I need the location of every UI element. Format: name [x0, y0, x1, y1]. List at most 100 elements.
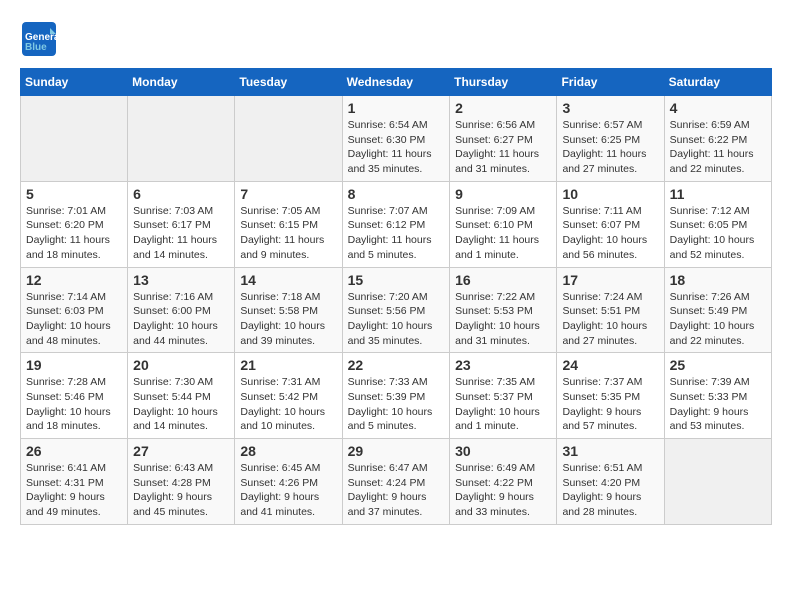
calendar-cell: 4Sunrise: 6:59 AM Sunset: 6:22 PM Daylig… [664, 96, 771, 182]
calendar-cell: 1 Sunrise: 6:54 AM Sunset: 6:30 PM Daylig… [342, 96, 450, 182]
day-info: Sunrise: 6:57 AM Sunset: 6:25 PM Dayligh… [562, 118, 658, 177]
day-info: Sunrise: 7:35 AM Sunset: 5:37 PM Dayligh… [455, 375, 551, 434]
day-number: 28 [240, 443, 336, 459]
calendar-cell: 25 Sunrise: 7:39 AM Sunset: 5:33 PM Dayli… [664, 353, 771, 439]
day-number: 23 [455, 357, 551, 373]
weekday-header-saturday: Saturday [664, 69, 771, 96]
day-number: 10 [562, 186, 658, 202]
weekday-header-sunday: Sunday [21, 69, 128, 96]
calendar-body: 1 Sunrise: 6:54 AM Sunset: 6:30 PM Daylig… [21, 96, 772, 525]
day-info: Sunrise: 7:33 AM Sunset: 5:39 PM Dayligh… [348, 375, 445, 434]
day-number: 31 [562, 443, 658, 459]
page-header: General Blue [20, 20, 772, 58]
calendar-cell: 28 Sunrise: 6:45 AM Sunset: 4:26 PM Dayli… [235, 439, 342, 525]
day-number: 7 [240, 186, 336, 202]
day-info: Sunrise: 6:47 AM Sunset: 4:24 PM Dayligh… [348, 461, 445, 520]
calendar-cell: 22 Sunrise: 7:33 AM Sunset: 5:39 PM Dayli… [342, 353, 450, 439]
calendar-cell: 30Sunrise: 6:49 AM Sunset: 4:22 PM Dayli… [450, 439, 557, 525]
day-number: 11 [670, 186, 766, 202]
day-number: 5 [26, 186, 122, 202]
calendar-cell: 21 Sunrise: 7:31 AM Sunset: 5:42 PM Dayli… [235, 353, 342, 439]
day-number: 18 [670, 272, 766, 288]
calendar-cell: 12 Sunrise: 7:14 AM Sunset: 6:03 PM Dayli… [21, 267, 128, 353]
calendar-week-4: 19 Sunrise: 7:28 AM Sunset: 5:46 PM Dayli… [21, 353, 772, 439]
day-number: 15 [348, 272, 445, 288]
calendar-cell [128, 96, 235, 182]
weekday-header-friday: Friday [557, 69, 664, 96]
day-number: 27 [133, 443, 229, 459]
day-number: 21 [240, 357, 336, 373]
day-number: 6 [133, 186, 229, 202]
calendar-cell: 2 Sunrise: 6:56 AM Sunset: 6:27 PM Daylig… [450, 96, 557, 182]
weekday-header-wednesday: Wednesday [342, 69, 450, 96]
day-info: Sunrise: 6:43 AM Sunset: 4:28 PM Dayligh… [133, 461, 229, 520]
day-info: Sunrise: 7:20 AM Sunset: 5:56 PM Dayligh… [348, 290, 445, 349]
calendar-cell: 14Sunrise: 7:18 AM Sunset: 5:58 PM Dayli… [235, 267, 342, 353]
day-info: Sunrise: 7:05 AM Sunset: 6:15 PM Dayligh… [240, 204, 336, 263]
day-info: Sunrise: 7:14 AM Sunset: 6:03 PM Dayligh… [26, 290, 122, 349]
calendar-week-2: 5Sunrise: 7:01 AM Sunset: 6:20 PM Daylig… [21, 181, 772, 267]
day-number: 1 [348, 100, 445, 116]
day-number: 12 [26, 272, 122, 288]
day-info: Sunrise: 6:56 AM Sunset: 6:27 PM Dayligh… [455, 118, 551, 177]
calendar-week-5: 26 Sunrise: 6:41 AM Sunset: 4:31 PM Dayli… [21, 439, 772, 525]
calendar-cell [664, 439, 771, 525]
day-info: Sunrise: 7:09 AM Sunset: 6:10 PM Dayligh… [455, 204, 551, 263]
day-number: 19 [26, 357, 122, 373]
day-info: Sunrise: 7:03 AM Sunset: 6:17 PM Dayligh… [133, 204, 229, 263]
calendar-cell: 8 Sunrise: 7:07 AM Sunset: 6:12 PM Daylig… [342, 181, 450, 267]
calendar-cell [21, 96, 128, 182]
calendar-header-row: SundayMondayTuesdayWednesdayThursdayFrid… [21, 69, 772, 96]
calendar-cell: 7 Sunrise: 7:05 AM Sunset: 6:15 PM Daylig… [235, 181, 342, 267]
day-number: 3 [562, 100, 658, 116]
day-number: 16 [455, 272, 551, 288]
day-info: Sunrise: 6:41 AM Sunset: 4:31 PM Dayligh… [26, 461, 122, 520]
day-info: Sunrise: 7:16 AM Sunset: 6:00 PM Dayligh… [133, 290, 229, 349]
day-info: Sunrise: 7:24 AM Sunset: 5:51 PM Dayligh… [562, 290, 658, 349]
day-info: Sunrise: 6:59 AM Sunset: 6:22 PM Dayligh… [670, 118, 766, 177]
day-number: 20 [133, 357, 229, 373]
day-info: Sunrise: 7:39 AM Sunset: 5:33 PM Dayligh… [670, 375, 766, 434]
day-number: 22 [348, 357, 445, 373]
day-info: Sunrise: 7:11 AM Sunset: 6:07 PM Dayligh… [562, 204, 658, 263]
calendar-week-3: 12 Sunrise: 7:14 AM Sunset: 6:03 PM Dayli… [21, 267, 772, 353]
day-info: Sunrise: 7:26 AM Sunset: 5:49 PM Dayligh… [670, 290, 766, 349]
day-number: 2 [455, 100, 551, 116]
day-info: Sunrise: 7:18 AM Sunset: 5:58 PM Dayligh… [240, 290, 336, 349]
calendar-cell: 24 Sunrise: 7:37 AM Sunset: 5:35 PM Dayli… [557, 353, 664, 439]
day-number: 17 [562, 272, 658, 288]
day-info: Sunrise: 6:49 AM Sunset: 4:22 PM Dayligh… [455, 461, 551, 520]
calendar-table: SundayMondayTuesdayWednesdayThursdayFrid… [20, 68, 772, 525]
day-info: Sunrise: 7:31 AM Sunset: 5:42 PM Dayligh… [240, 375, 336, 434]
day-number: 25 [670, 357, 766, 373]
weekday-header-tuesday: Tuesday [235, 69, 342, 96]
calendar-cell: 19 Sunrise: 7:28 AM Sunset: 5:46 PM Dayli… [21, 353, 128, 439]
calendar-cell: 29 Sunrise: 6:47 AM Sunset: 4:24 PM Dayli… [342, 439, 450, 525]
calendar-cell: 16Sunrise: 7:22 AM Sunset: 5:53 PM Dayli… [450, 267, 557, 353]
calendar-cell: 23 Sunrise: 7:35 AM Sunset: 5:37 PM Dayli… [450, 353, 557, 439]
logo: General Blue [20, 20, 58, 58]
day-number: 24 [562, 357, 658, 373]
calendar-cell: 31Sunrise: 6:51 AM Sunset: 4:20 PM Dayli… [557, 439, 664, 525]
calendar-cell: 18 Sunrise: 7:26 AM Sunset: 5:49 PM Dayli… [664, 267, 771, 353]
day-number: 26 [26, 443, 122, 459]
day-number: 8 [348, 186, 445, 202]
day-info: Sunrise: 7:28 AM Sunset: 5:46 PM Dayligh… [26, 375, 122, 434]
calendar-cell: 27 Sunrise: 6:43 AM Sunset: 4:28 PM Dayli… [128, 439, 235, 525]
day-info: Sunrise: 6:54 AM Sunset: 6:30 PM Dayligh… [348, 118, 445, 177]
day-number: 29 [348, 443, 445, 459]
day-info: Sunrise: 7:07 AM Sunset: 6:12 PM Dayligh… [348, 204, 445, 263]
calendar-cell: 9Sunrise: 7:09 AM Sunset: 6:10 PM Daylig… [450, 181, 557, 267]
day-info: Sunrise: 7:30 AM Sunset: 5:44 PM Dayligh… [133, 375, 229, 434]
calendar-cell: 6 Sunrise: 7:03 AM Sunset: 6:17 PM Daylig… [128, 181, 235, 267]
day-info: Sunrise: 7:37 AM Sunset: 5:35 PM Dayligh… [562, 375, 658, 434]
calendar-week-1: 1 Sunrise: 6:54 AM Sunset: 6:30 PM Daylig… [21, 96, 772, 182]
calendar-cell: 13Sunrise: 7:16 AM Sunset: 6:00 PM Dayli… [128, 267, 235, 353]
weekday-header-monday: Monday [128, 69, 235, 96]
calendar-cell: 11Sunrise: 7:12 AM Sunset: 6:05 PM Dayli… [664, 181, 771, 267]
calendar-cell: 20 Sunrise: 7:30 AM Sunset: 5:44 PM Dayli… [128, 353, 235, 439]
calendar-cell: 10 Sunrise: 7:11 AM Sunset: 6:07 PM Dayli… [557, 181, 664, 267]
calendar-cell: 15 Sunrise: 7:20 AM Sunset: 5:56 PM Dayli… [342, 267, 450, 353]
logo-icon: General Blue [20, 20, 58, 58]
day-info: Sunrise: 6:45 AM Sunset: 4:26 PM Dayligh… [240, 461, 336, 520]
